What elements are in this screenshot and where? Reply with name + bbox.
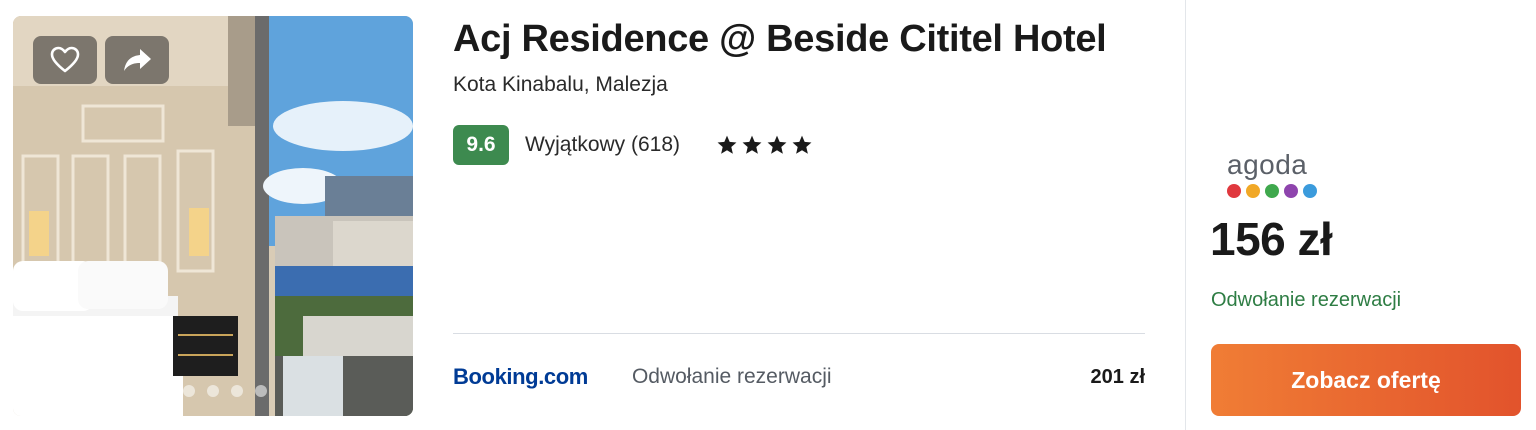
agoda-dots (1227, 184, 1327, 198)
secondary-offer-row[interactable]: Booking.com Odwołanie rezerwacji 201 zł (453, 350, 1145, 404)
hotel-result-card: Acj Residence @ Beside Cititel Hotel Kot… (0, 0, 1536, 430)
carousel-dot[interactable] (255, 385, 267, 397)
star-icon (792, 135, 812, 154)
agoda-brand-dot (1227, 184, 1241, 198)
main-offer-cancellation: Odwołanie rezerwacji (1211, 289, 1402, 311)
secondary-offer-cancellation: Odwołanie rezerwacji (631, 365, 832, 388)
star-icon (767, 135, 787, 154)
main-offer-price: 156 zł (1210, 213, 1333, 265)
favorite-button[interactable] (33, 36, 97, 84)
review-rating-label: Wyjątkowy (618) (525, 133, 681, 156)
carousel-dot[interactable] (207, 385, 219, 397)
agoda-logo: agoda (1227, 150, 1327, 198)
star-icon (717, 135, 737, 154)
photo-carousel-dots (13, 385, 413, 397)
review-score-badge: 9.6 (453, 125, 509, 165)
carousel-dot[interactable] (231, 385, 243, 397)
booking-logo-name: Booking (453, 364, 539, 389)
booking-logo-suffix: .com (538, 364, 588, 389)
view-offer-button[interactable]: Zobacz ofertę (1211, 344, 1521, 416)
booking-logo: Booking.com (453, 364, 588, 390)
carousel-dot[interactable] (183, 385, 195, 397)
agoda-wordmark: agoda (1227, 149, 1308, 180)
secondary-offer-price: 201 zł (1090, 365, 1145, 388)
agoda-brand-dot (1284, 184, 1298, 198)
share-button[interactable] (105, 36, 169, 84)
star-rating (716, 134, 813, 156)
agoda-brand-dot (1265, 184, 1279, 198)
agoda-brand-dot (1246, 184, 1260, 198)
hotel-name[interactable]: Acj Residence @ Beside Cititel Hotel (453, 18, 1107, 61)
share-arrow-icon (124, 49, 151, 71)
heart-icon (50, 46, 80, 73)
offer-divider (453, 333, 1145, 334)
hotel-photo[interactable] (13, 16, 413, 416)
agoda-brand-dot (1303, 184, 1317, 198)
hotel-location: Kota Kinabalu, Malezja (453, 73, 668, 96)
carousel-dot[interactable] (159, 385, 171, 397)
rating-row: 9.6 Wyjątkowy (618) (453, 125, 813, 165)
column-separator (1185, 0, 1186, 430)
star-icon (742, 135, 762, 154)
